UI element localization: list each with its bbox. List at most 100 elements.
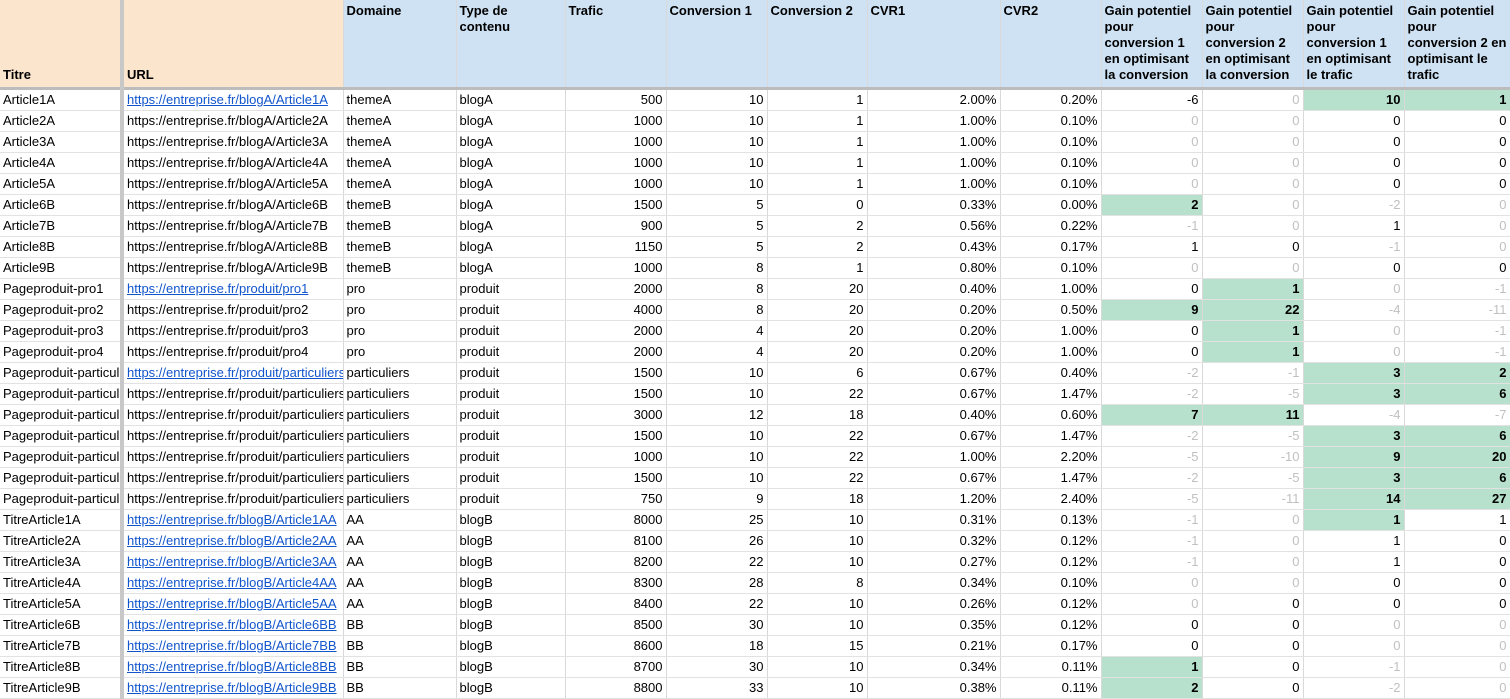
cell-gain-c2-traf[interactable]: 0 <box>1404 152 1510 174</box>
cell-gain-c2-traf[interactable]: 1 <box>1404 88 1510 111</box>
cell-cvr1[interactable]: 0.33% <box>867 194 1001 216</box>
cell-url[interactable]: https://entreprise.fr/produit/particulie… <box>122 404 344 426</box>
cell-conv2[interactable]: 10 <box>767 656 868 678</box>
cell-cvr2[interactable]: 0.50% <box>1000 299 1102 321</box>
cell-cvr1[interactable]: 1.00% <box>867 152 1001 174</box>
cell-conv1[interactable]: 10 <box>666 467 768 489</box>
cell-conv2[interactable]: 18 <box>767 404 868 426</box>
cell-url[interactable]: https://entreprise.fr/blogA/Article9B <box>122 257 344 279</box>
cell-url[interactable]: https://entreprise.fr/blogA/Article7B <box>122 215 344 237</box>
cell-gain-c2-conv[interactable]: -5 <box>1202 467 1304 489</box>
cell-gain-c1-traf[interactable]: 0 <box>1303 614 1405 636</box>
cell-conv2[interactable]: 20 <box>767 299 868 321</box>
cell-type[interactable]: blogA <box>456 236 566 258</box>
cell-conv2[interactable]: 22 <box>767 467 868 489</box>
cell-url[interactable]: https://entreprise.fr/blogA/Article8B <box>122 236 344 258</box>
cell-gain-c1-traf[interactable]: 0 <box>1303 152 1405 174</box>
cell-cvr2[interactable]: 0.10% <box>1000 572 1102 594</box>
cell-titre[interactable]: TitreArticle3A <box>0 551 124 573</box>
cell-gain-c2-conv[interactable]: 0 <box>1202 173 1304 195</box>
cell-url[interactable]: https://entreprise.fr/blogA/Article1A <box>122 88 344 111</box>
table-row[interactable]: Article2A https://entreprise.fr/blogA/Art… <box>0 110 1510 132</box>
cell-type[interactable]: blogB <box>456 635 566 657</box>
cell-conv1[interactable]: 10 <box>666 173 768 195</box>
cell-url[interactable]: https://entreprise.fr/produit/pro2 <box>122 299 344 321</box>
cell-gain-c2-conv[interactable]: 1 <box>1202 278 1304 300</box>
cell-url[interactable]: https://entreprise.fr/blogA/Article4A <box>122 152 344 174</box>
cell-trafic[interactable]: 1000 <box>565 152 667 174</box>
cell-trafic[interactable]: 2000 <box>565 278 667 300</box>
cell-conv2[interactable]: 10 <box>767 551 868 573</box>
cell-domaine[interactable]: BB <box>343 677 457 699</box>
cell-gain-c1-traf[interactable]: -1 <box>1303 656 1405 678</box>
cell-conv1[interactable]: 4 <box>666 320 768 342</box>
cell-type[interactable]: blogA <box>456 257 566 279</box>
cell-cvr2[interactable]: 1.47% <box>1000 383 1102 405</box>
col-header-gain-c2-conv[interactable]: Gain potentiel pour conversion 2 en opti… <box>1202 0 1304 90</box>
cell-domaine[interactable]: particuliers <box>343 467 457 489</box>
cell-conv2[interactable]: 1 <box>767 131 868 153</box>
cell-url[interactable]: https://entreprise.fr/produit/pro3 <box>122 320 344 342</box>
cell-conv1[interactable]: 26 <box>666 530 768 552</box>
cell-url[interactable]: https://entreprise.fr/produit/particulie… <box>122 383 344 405</box>
cell-url[interactable]: https://entreprise.fr/produit/particulie… <box>122 467 344 489</box>
table-row[interactable]: TitreArticle9B https://entreprise.fr/blog… <box>0 677 1510 699</box>
cell-conv1[interactable]: 8 <box>666 278 768 300</box>
cell-type[interactable]: produit <box>456 341 566 363</box>
cell-cvr2[interactable]: 0.10% <box>1000 173 1102 195</box>
table-row[interactable]: Pageproduit-particuli https://entreprise.… <box>0 446 1510 468</box>
cell-gain-c1-conv[interactable]: -2 <box>1101 425 1203 447</box>
cell-gain-c2-traf[interactable]: 0 <box>1404 572 1510 594</box>
col-header-url[interactable]: URL <box>122 0 344 90</box>
cell-gain-c2-conv[interactable]: -10 <box>1202 446 1304 468</box>
cell-url[interactable]: https://entreprise.fr/blogB/Article9BB <box>122 677 344 699</box>
cell-cvr2[interactable]: 0.13% <box>1000 509 1102 531</box>
cell-gain-c1-conv[interactable]: 0 <box>1101 635 1203 657</box>
cell-url[interactable]: https://entreprise.fr/produit/particulie… <box>122 362 344 384</box>
cell-titre[interactable]: Article2A <box>0 110 124 132</box>
table-row[interactable]: TitreArticle5A https://entreprise.fr/blog… <box>0 593 1510 615</box>
cell-domaine[interactable]: themeB <box>343 257 457 279</box>
cell-cvr2[interactable]: 0.10% <box>1000 131 1102 153</box>
cell-cvr2[interactable]: 0.00% <box>1000 194 1102 216</box>
cell-conv1[interactable]: 9 <box>666 488 768 510</box>
cell-gain-c2-traf[interactable]: 0 <box>1404 656 1510 678</box>
cell-url[interactable]: https://entreprise.fr/blogB/Article3AA <box>122 551 344 573</box>
cell-cvr1[interactable]: 0.67% <box>867 467 1001 489</box>
cell-conv2[interactable]: 1 <box>767 173 868 195</box>
cell-type[interactable]: produit <box>456 404 566 426</box>
cell-cvr1[interactable]: 0.56% <box>867 215 1001 237</box>
cell-trafic[interactable]: 8300 <box>565 572 667 594</box>
cell-gain-c1-conv[interactable]: 0 <box>1101 131 1203 153</box>
cell-conv1[interactable]: 10 <box>666 383 768 405</box>
cell-gain-c2-traf[interactable]: 0 <box>1404 593 1510 615</box>
cell-trafic[interactable]: 1500 <box>565 467 667 489</box>
cell-gain-c2-conv[interactable]: -5 <box>1202 425 1304 447</box>
cell-cvr2[interactable]: 0.12% <box>1000 530 1102 552</box>
cell-cvr2[interactable]: 0.10% <box>1000 257 1102 279</box>
cell-gain-c1-traf[interactable]: 3 <box>1303 362 1405 384</box>
cell-cvr2[interactable]: 0.20% <box>1000 88 1102 111</box>
cell-domaine[interactable]: themeA <box>343 110 457 132</box>
cell-gain-c2-conv[interactable]: 0 <box>1202 257 1304 279</box>
cell-titre[interactable]: Article7B <box>0 215 124 237</box>
cell-cvr1[interactable]: 0.67% <box>867 425 1001 447</box>
cell-gain-c1-conv[interactable]: -5 <box>1101 446 1203 468</box>
cell-gain-c1-conv[interactable]: 0 <box>1101 257 1203 279</box>
cell-cvr1[interactable]: 0.20% <box>867 320 1001 342</box>
cell-cvr1[interactable]: 0.31% <box>867 509 1001 531</box>
table-row[interactable]: TitreArticle6B https://entreprise.fr/blog… <box>0 614 1510 636</box>
cell-titre[interactable]: TitreArticle1A <box>0 509 124 531</box>
cell-gain-c1-conv[interactable]: 1 <box>1101 236 1203 258</box>
col-header-conv1[interactable]: Conversion 1 <box>666 0 768 90</box>
cell-trafic[interactable]: 1500 <box>565 194 667 216</box>
cell-conv1[interactable]: 28 <box>666 572 768 594</box>
cell-url[interactable]: https://entreprise.fr/blogB/Article8BB <box>122 656 344 678</box>
cell-gain-c2-conv[interactable]: -5 <box>1202 383 1304 405</box>
cell-conv1[interactable]: 10 <box>666 131 768 153</box>
cell-conv1[interactable]: 33 <box>666 677 768 699</box>
cell-type[interactable]: blogB <box>456 572 566 594</box>
cell-gain-c2-traf[interactable]: 0 <box>1404 131 1510 153</box>
cell-cvr2[interactable]: 1.00% <box>1000 278 1102 300</box>
cell-gain-c1-conv[interactable]: -6 <box>1101 88 1203 111</box>
